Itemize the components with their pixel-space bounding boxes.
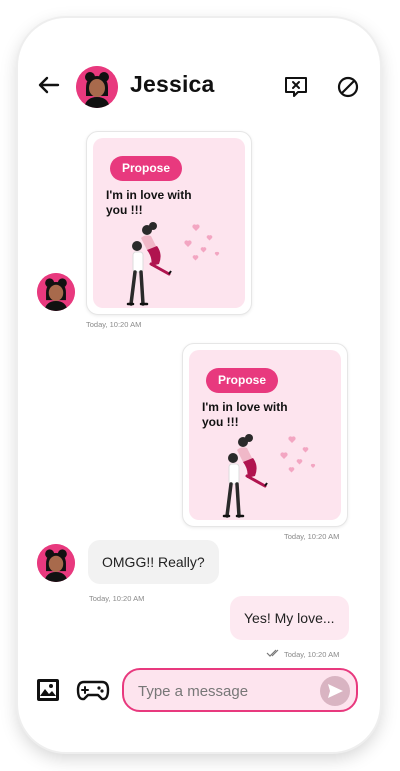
contact-avatar-small[interactable] (37, 273, 75, 311)
gamepad-icon[interactable] (76, 676, 110, 704)
block-icon[interactable] (334, 73, 362, 101)
message-timestamp: Today, 10:20 AM (86, 320, 142, 329)
propose-card-body: Propose I'm in love with you !!! (189, 350, 341, 520)
message-timestamp: Today, 10:20 AM (89, 594, 145, 603)
propose-card-outgoing[interactable]: Propose I'm in love with you !!! (182, 343, 348, 527)
chat-header: Jessica (18, 62, 380, 110)
send-button[interactable] (320, 676, 350, 706)
message-composer (18, 666, 380, 718)
message-input[interactable] (136, 678, 320, 704)
couple-illustration (126, 222, 220, 306)
image-icon[interactable] (34, 676, 62, 704)
message-timestamp: Today, 10:20 AM (284, 650, 340, 659)
send-icon (328, 684, 343, 698)
propose-badge: Propose (206, 368, 279, 393)
report-message-icon[interactable] (282, 73, 310, 101)
back-arrow-icon[interactable] (36, 72, 62, 98)
propose-message-text: I'm in love with you !!! (106, 188, 192, 217)
couple-illustration (222, 434, 316, 518)
propose-card-incoming[interactable]: Propose I'm in love with you !!! (86, 131, 252, 315)
propose-card-body: Propose I'm in love with you !!! (93, 138, 245, 308)
propose-message-text: I'm in love with you !!! (202, 400, 288, 429)
phone-frame: Jessica Propose I'm in love with you !!! (18, 18, 380, 752)
propose-badge: Propose (110, 156, 183, 181)
contact-avatar[interactable] (76, 66, 118, 108)
message-bubble-incoming[interactable]: OMGG!! Really? (88, 540, 219, 584)
read-receipt-icon (266, 649, 279, 657)
message-timestamp: Today, 10:20 AM (284, 532, 340, 541)
contact-avatar-small[interactable] (37, 544, 75, 582)
contact-name: Jessica (130, 71, 215, 97)
message-bubble-outgoing[interactable]: Yes! My love... (230, 596, 349, 640)
message-input-container (122, 668, 358, 712)
